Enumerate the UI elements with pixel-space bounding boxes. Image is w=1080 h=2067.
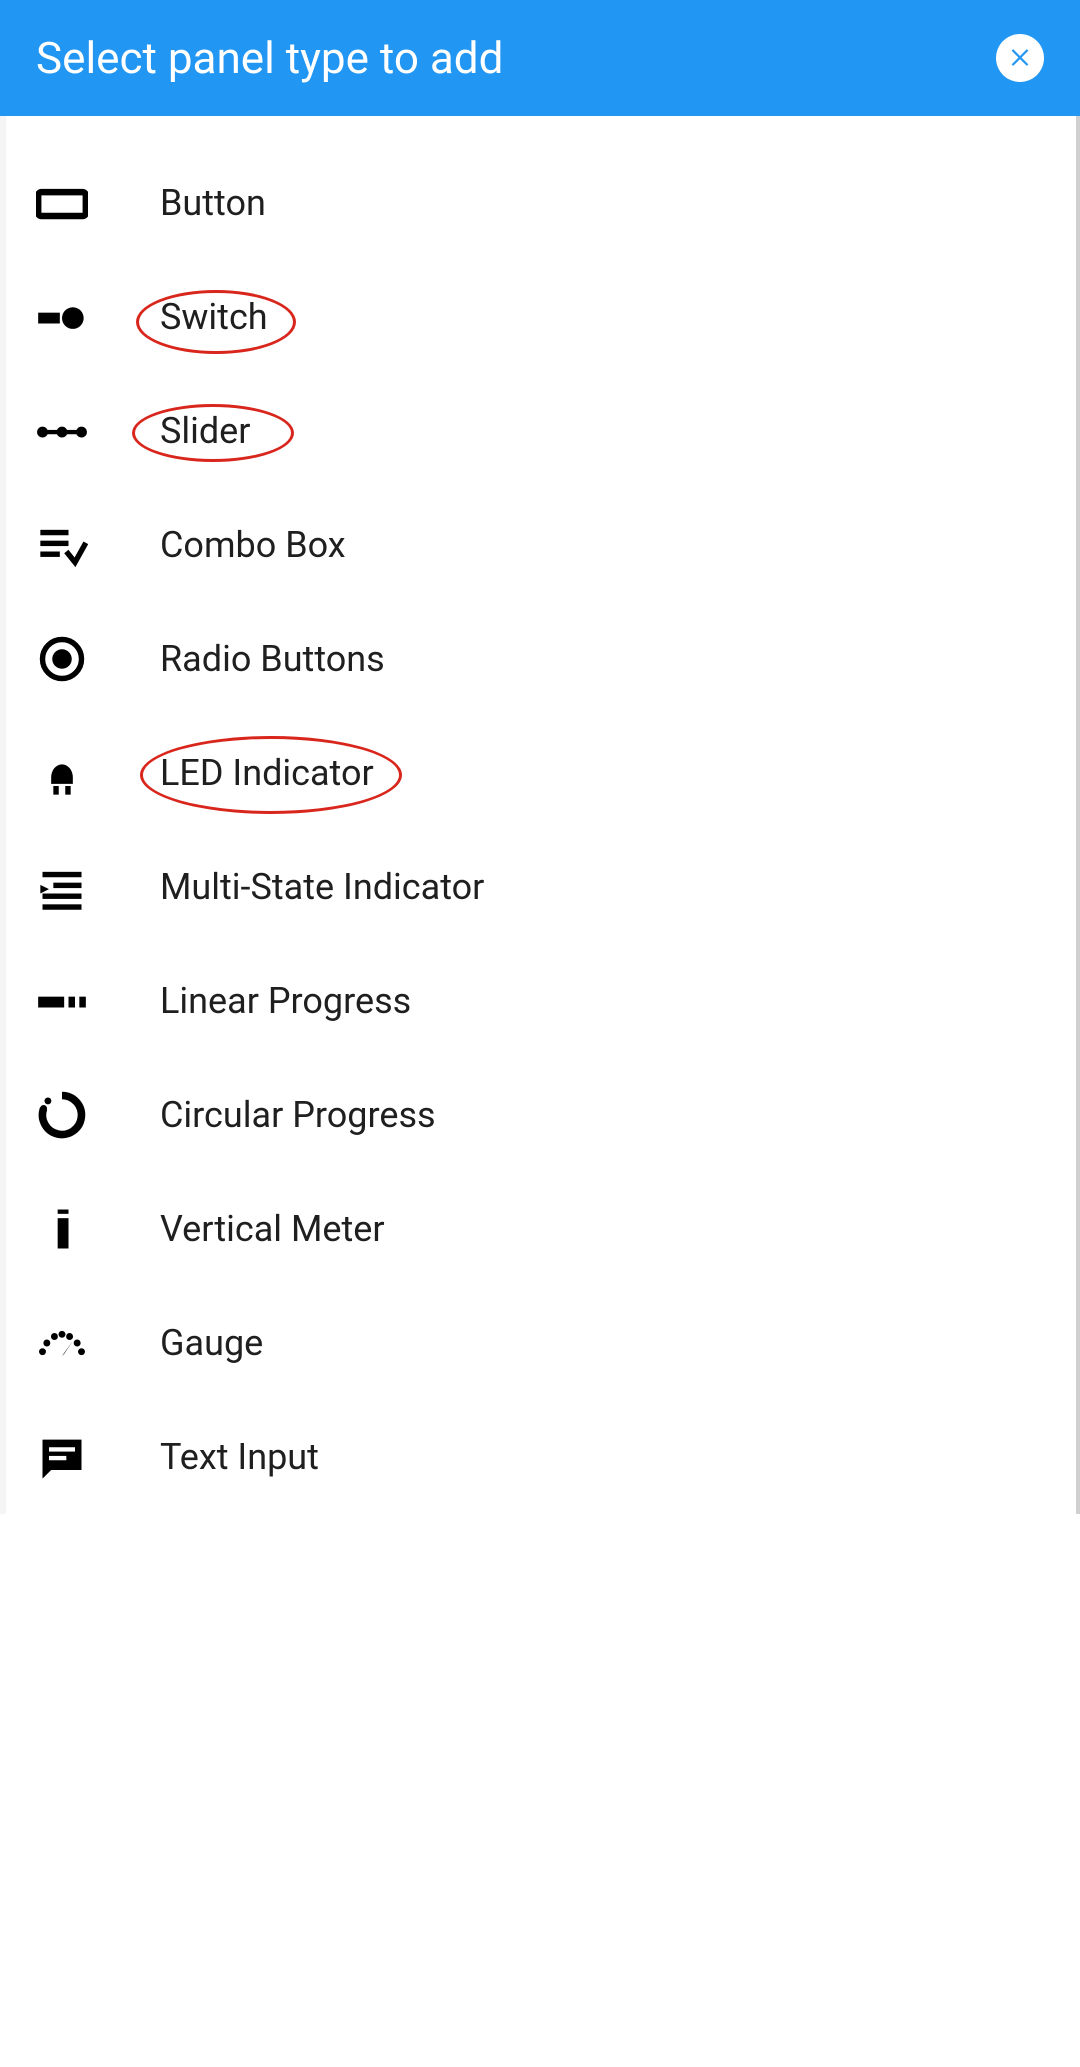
vertical-meter-icon — [36, 1203, 88, 1255]
panel-type-label: Radio Buttons — [160, 638, 385, 680]
panel-type-label: Linear Progress — [160, 980, 411, 1022]
panel-type-slider[interactable]: Slider — [0, 374, 1080, 488]
panel-type-label: Gauge — [160, 1322, 263, 1364]
circular-progress-icon — [36, 1089, 88, 1141]
panel-type-switch[interactable]: Switch — [0, 260, 1080, 374]
panel-type-label: Slider — [160, 410, 250, 452]
text-input-icon — [36, 1431, 88, 1483]
dialog-header: Select panel type to add — [0, 0, 1080, 116]
panel-type-label: Text Input — [160, 1436, 319, 1478]
panel-type-gauge[interactable]: Gauge — [0, 1286, 1080, 1400]
panel-type-text-input[interactable]: Text Input — [0, 1400, 1080, 1514]
panel-type-label: Circular Progress — [160, 1094, 436, 1136]
panel-type-vertical-meter[interactable]: Vertical Meter — [0, 1172, 1080, 1286]
panel-type-label: Combo Box — [160, 524, 346, 566]
button-icon — [36, 177, 88, 229]
dialog-title: Select panel type to add — [36, 32, 503, 84]
radio-icon — [36, 633, 88, 685]
panel-type-label: Multi-State Indicator — [160, 866, 484, 908]
panel-type-circular-progress[interactable]: Circular Progress — [0, 1058, 1080, 1172]
panel-type-label: LED Indicator — [160, 752, 374, 794]
panel-type-list: Button Switch Slider — [0, 116, 1080, 1514]
panel-type-label: Vertical Meter — [160, 1208, 385, 1250]
combo-box-icon — [36, 519, 88, 571]
switch-icon — [36, 291, 88, 343]
close-icon — [1007, 38, 1033, 78]
gauge-icon — [36, 1317, 88, 1369]
close-button[interactable] — [996, 34, 1044, 82]
panel-type-label: Switch — [160, 296, 268, 338]
panel-type-multi-state[interactable]: Multi-State Indicator — [0, 830, 1080, 944]
panel-type-led-indicator[interactable]: LED Indicator — [0, 716, 1080, 830]
linear-progress-icon — [36, 975, 88, 1027]
led-icon — [36, 747, 88, 799]
multi-state-icon — [36, 861, 88, 913]
panel-type-button[interactable]: Button — [0, 146, 1080, 260]
panel-type-picker: Select panel type to add Button Switch — [0, 0, 1080, 1514]
panel-type-radio-buttons[interactable]: Radio Buttons — [0, 602, 1080, 716]
panel-type-combo-box[interactable]: Combo Box — [0, 488, 1080, 602]
slider-icon — [36, 405, 88, 457]
panel-type-linear-progress[interactable]: Linear Progress — [0, 944, 1080, 1058]
panel-type-label: Button — [160, 182, 266, 224]
